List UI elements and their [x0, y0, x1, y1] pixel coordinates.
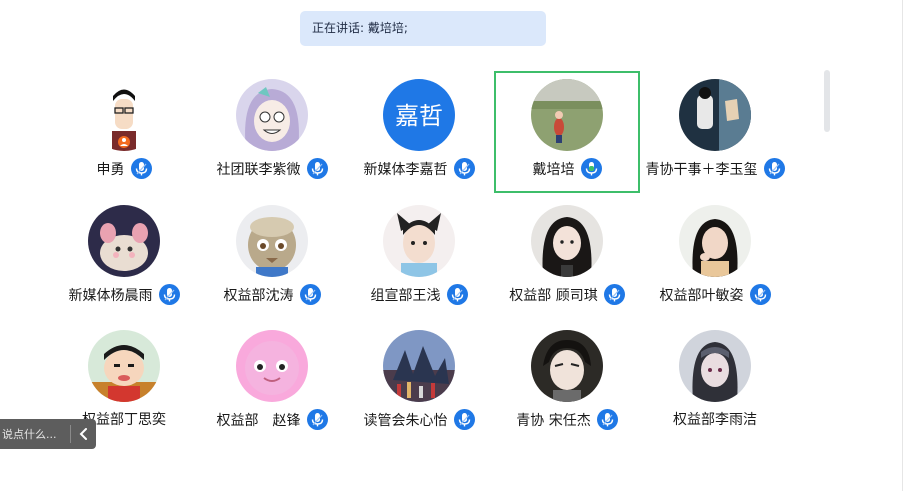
- avatar[interactable]: [679, 79, 751, 151]
- avatar-text: 嘉哲: [395, 102, 443, 130]
- mic-speaking-icon[interactable]: [580, 158, 602, 179]
- participant-tile[interactable]: 读管会朱心怡: [346, 322, 492, 444]
- participant-name-row: 权益部 顾司琪: [494, 284, 640, 305]
- mic-icon[interactable]: [158, 284, 180, 305]
- participant-tile[interactable]: 权益部 赵锋: [199, 322, 345, 444]
- participant-name-row: 青协干事＋李玉玺: [642, 158, 788, 179]
- participant-name: 申勇: [96, 161, 125, 178]
- participant-name: 新媒体李嘉哲: [363, 161, 448, 178]
- mic-icon[interactable]: [446, 284, 468, 305]
- participant-tile[interactable]: 权益部叶敏姿: [642, 197, 788, 319]
- participant-name: 社团联李紫微: [216, 161, 301, 178]
- participant-name-row: 申勇: [51, 158, 197, 179]
- participant-name-row: 权益部 赵锋: [199, 409, 345, 430]
- mic-icon[interactable]: [453, 158, 475, 179]
- participant-name-row: 青协 宋任杰: [494, 409, 640, 430]
- participant-name-row: 读管会朱心怡: [346, 409, 492, 430]
- mic-icon[interactable]: [453, 409, 475, 430]
- avatar[interactable]: [679, 205, 751, 277]
- speaking-banner-text: 正在讲话: 戴培培;: [312, 21, 408, 35]
- participant-name-row: 新媒体杨晨雨: [51, 284, 197, 305]
- participant-name-row: 权益部沈涛: [199, 284, 345, 305]
- participant-tile[interactable]: 青协干事＋李玉玺: [642, 71, 788, 193]
- avatar[interactable]: [236, 330, 308, 402]
- participant-name-row: 戴培培: [496, 158, 638, 179]
- comment-input[interactable]: 说点什么...: [0, 426, 70, 442]
- panel-border: [902, 0, 903, 491]
- avatar[interactable]: [531, 330, 603, 402]
- participant-name: 青协干事＋李玉玺: [645, 161, 758, 178]
- participant-name-row: 组宣部王浅: [346, 284, 492, 305]
- participant-name: 权益部沈涛: [223, 287, 294, 304]
- speaking-banner: 正在讲话: 戴培培;: [300, 11, 546, 46]
- mic-icon[interactable]: [299, 284, 321, 305]
- participant-name: 读管会朱心怡: [363, 412, 448, 429]
- mic-icon[interactable]: [749, 284, 771, 305]
- scrollbar-thumb[interactable]: [824, 70, 830, 132]
- participant-tile[interactable]: 权益部李雨洁: [642, 322, 788, 444]
- participant-tile[interactable]: 组宣部王浅: [346, 197, 492, 319]
- participant-name-row: 新媒体李嘉哲: [346, 158, 492, 179]
- participant-tile[interactable]: 社团联李紫微: [199, 71, 345, 193]
- participant-name-row: 权益部叶敏姿: [642, 284, 788, 305]
- avatar[interactable]: [679, 330, 751, 402]
- participant-name-row: 权益部李雨洁: [642, 409, 788, 429]
- collapse-chevron-icon[interactable]: [71, 419, 96, 449]
- participant-name: 新媒体杨晨雨: [68, 287, 153, 304]
- participant-tile[interactable]: 权益部沈涛: [199, 197, 345, 319]
- avatar[interactable]: [383, 330, 455, 402]
- participant-name: 权益部李雨洁: [673, 412, 757, 428]
- avatar[interactable]: [88, 79, 160, 151]
- participant-name: 权益部 赵锋: [216, 412, 301, 429]
- participant-tile[interactable]: 嘉哲新媒体李嘉哲: [346, 71, 492, 193]
- participant-name: 青协 宋任杰: [516, 412, 591, 429]
- avatar[interactable]: [531, 79, 603, 151]
- participant-name: 权益部叶敏姿: [659, 287, 744, 304]
- mic-icon[interactable]: [306, 158, 328, 179]
- avatar[interactable]: [88, 205, 160, 277]
- mic-icon[interactable]: [130, 158, 152, 179]
- participant-name: 权益部 顾司琪: [509, 287, 598, 304]
- mic-icon[interactable]: [763, 158, 785, 179]
- participant-tile[interactable]: 新媒体杨晨雨: [51, 197, 197, 319]
- avatar[interactable]: [236, 79, 308, 151]
- mic-icon[interactable]: [596, 409, 618, 430]
- participant-tile[interactable]: 青协 宋任杰: [494, 322, 640, 444]
- participant-tile[interactable]: 戴培培: [494, 71, 640, 193]
- mic-icon[interactable]: [306, 409, 328, 430]
- avatar[interactable]: [383, 205, 455, 277]
- avatar[interactable]: 嘉哲: [383, 79, 455, 151]
- mic-icon[interactable]: [603, 284, 625, 305]
- avatar[interactable]: [531, 205, 603, 277]
- participant-tile[interactable]: 权益部 顾司琪: [494, 197, 640, 319]
- avatar[interactable]: [88, 330, 160, 402]
- participant-tile[interactable]: 申勇: [51, 71, 197, 193]
- avatar[interactable]: [236, 205, 308, 277]
- comment-bar[interactable]: 说点什么...: [0, 419, 96, 449]
- participant-name-row: 社团联李紫微: [199, 158, 345, 179]
- participant-name: 组宣部王浅: [370, 287, 441, 304]
- participant-name: 戴培培: [532, 161, 575, 178]
